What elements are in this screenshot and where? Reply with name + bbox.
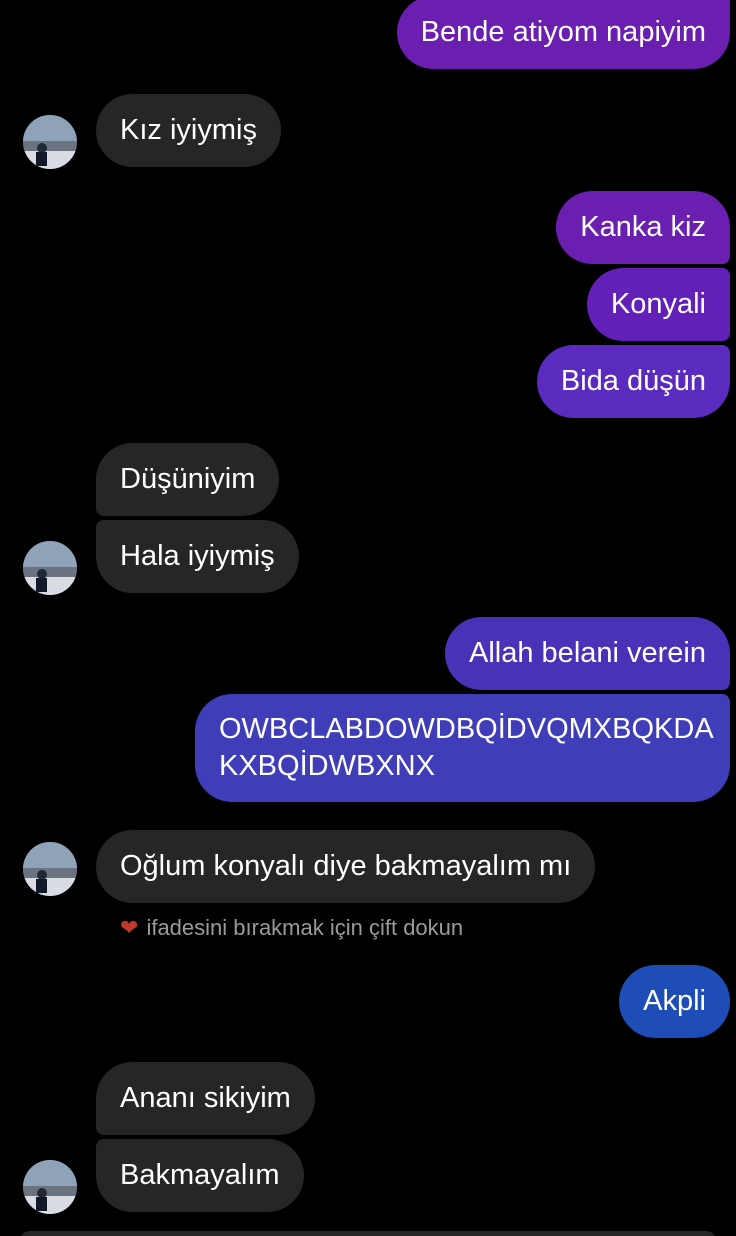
outgoing-message[interactable]: Bende atiyom napiyim	[396, 0, 730, 69]
incoming-message[interactable]: Düşüniyim	[96, 443, 280, 516]
outgoing-message[interactable]: Allah belani verein	[445, 617, 730, 690]
reaction-hint-text: ifadesini bırakmak için çift dokun	[146, 915, 464, 940]
outgoing-message[interactable]: Konyali	[586, 268, 730, 341]
contact-avatar[interactable]	[23, 842, 77, 896]
incoming-message[interactable]: Hala iyiymiş	[96, 520, 299, 593]
contact-avatar[interactable]	[23, 1160, 77, 1214]
incoming-message[interactable]: Oğlum konyalı diye bakmayalım mı	[96, 830, 596, 903]
message-input-bar[interactable]	[20, 1231, 716, 1236]
contact-avatar[interactable]	[23, 115, 77, 169]
chat-thread[interactable]: Bende atiyom napiyim Kız iyiymiş Kanka k…	[0, 0, 736, 1236]
incoming-message[interactable]: Bakmayalım	[96, 1139, 304, 1212]
incoming-message[interactable]: Kız iyiymiş	[96, 94, 281, 167]
incoming-message[interactable]: Ananı sikiyim	[96, 1062, 315, 1135]
outgoing-message[interactable]: Kanka kiz	[556, 191, 730, 264]
heart-icon: ❤	[120, 915, 139, 940]
reaction-hint: ❤ ifadesini bırakmak için çift dokun	[120, 913, 463, 943]
outgoing-message[interactable]: OWBCLABDOWDBQİDVQMXBQKDA KXBQİDWBXNX	[195, 694, 730, 802]
contact-avatar[interactable]	[23, 541, 77, 595]
outgoing-message[interactable]: Bida düşün	[536, 345, 730, 418]
outgoing-message[interactable]: Akpli	[619, 965, 730, 1038]
